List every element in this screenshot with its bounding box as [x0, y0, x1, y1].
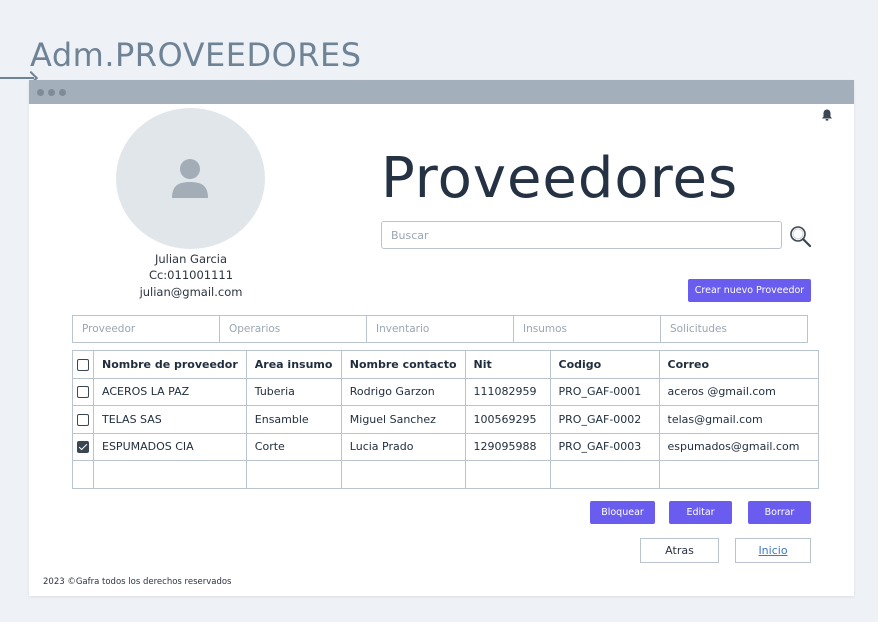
footer-copyright: 2023 ©Gafra todos los derechos reservado…: [43, 577, 232, 587]
code-cell: PRO_GAF-0001: [549, 377, 660, 406]
select-all-checkbox[interactable]: [77, 358, 89, 371]
avatar: [116, 108, 265, 249]
code-cell: PRO_GAF-0003: [549, 432, 660, 461]
app-window: Julian Garcia Cc:011001111 julian@gmail.…: [29, 80, 854, 596]
column-header: Area insumo: [245, 350, 342, 379]
row-checkbox[interactable]: [77, 413, 89, 426]
create-supplier-button[interactable]: Crear nuevo Proveedor: [688, 279, 811, 302]
table-row-empty: [72, 460, 819, 489]
email-cell: espumados@gmail.com: [658, 432, 819, 461]
row-checkbox-checked[interactable]: [77, 441, 89, 454]
arrow-connector: [0, 77, 34, 79]
column-header: Nit: [464, 350, 551, 379]
area-cell: Corte: [245, 432, 342, 461]
window-titlebar: [29, 80, 854, 104]
home-link[interactable]: Inicio: [758, 544, 787, 557]
table-row[interactable]: ESPUMADOS CIA Corte Lucia Prado 12909598…: [72, 432, 819, 461]
window-dot: [59, 89, 66, 96]
window-dot: [37, 89, 44, 96]
supplier-name-cell: ACEROS LA PAZ: [93, 377, 247, 406]
filter-inventario[interactable]: Inventario: [366, 315, 514, 343]
user-icon: [172, 159, 208, 198]
window-dot: [48, 89, 55, 96]
block-button[interactable]: Bloquear: [590, 501, 655, 524]
supplier-name-cell: ESPUMADOS CIA: [93, 432, 247, 461]
column-header: Correo: [658, 350, 819, 379]
email-cell: telas@gmail.com: [658, 405, 819, 434]
area-cell: Ensamble: [245, 405, 342, 434]
row-checkbox[interactable]: [77, 386, 89, 399]
suppliers-table: Nombre de proveedor Area insumo Nombre c…: [72, 350, 819, 489]
table-row[interactable]: ACEROS LA PAZ Tuberia Rodrigo Garzon 111…: [72, 377, 819, 406]
bell-icon[interactable]: [820, 108, 834, 122]
nit-cell: 111082959: [464, 377, 551, 406]
user-name: Julian Garcia: [154, 252, 228, 266]
nit-cell: 100569295: [464, 405, 551, 434]
home-button[interactable]: Inicio: [735, 538, 811, 563]
user-id: Cc:011001111: [148, 268, 234, 282]
page-heading: Adm.PROVEEDORES: [30, 36, 362, 74]
table-row[interactable]: TELAS SAS Ensamble Miguel Sanchez 100569…: [72, 405, 819, 434]
search-icon[interactable]: [789, 225, 813, 249]
contact-cell: Miguel Sanchez: [340, 405, 466, 434]
back-button[interactable]: Atras: [640, 538, 719, 563]
filter-proveedor[interactable]: Proveedor: [72, 315, 220, 343]
delete-button[interactable]: Borrar: [748, 501, 811, 524]
table-header-row: Nombre de proveedor Area insumo Nombre c…: [72, 350, 819, 379]
column-header: Nombre de proveedor: [93, 350, 247, 379]
contact-cell: Lucia Prado: [340, 432, 466, 461]
area-cell: Tuberia: [245, 377, 342, 406]
page-title: Proveedores: [381, 146, 739, 211]
column-header: Codigo: [549, 350, 660, 379]
contact-cell: Rodrigo Garzon: [340, 377, 466, 406]
column-header: Nombre contacto: [340, 350, 466, 379]
filter-solicitudes[interactable]: Solicitudes: [660, 315, 808, 343]
edit-button[interactable]: Editar: [669, 501, 732, 524]
filter-insumos[interactable]: Insumos: [513, 315, 661, 343]
search-input[interactable]: [381, 221, 782, 249]
supplier-name-cell: TELAS SAS: [93, 405, 247, 434]
nit-cell: 129095988: [464, 432, 551, 461]
filter-operarios[interactable]: Operarios: [219, 315, 367, 343]
user-email: julian@gmail.com: [139, 285, 243, 299]
email-cell: aceros @gmail.com: [658, 377, 819, 406]
code-cell: PRO_GAF-0002: [549, 405, 660, 434]
filter-bar: Proveedor Operarios Inventario Insumos S…: [72, 315, 808, 343]
